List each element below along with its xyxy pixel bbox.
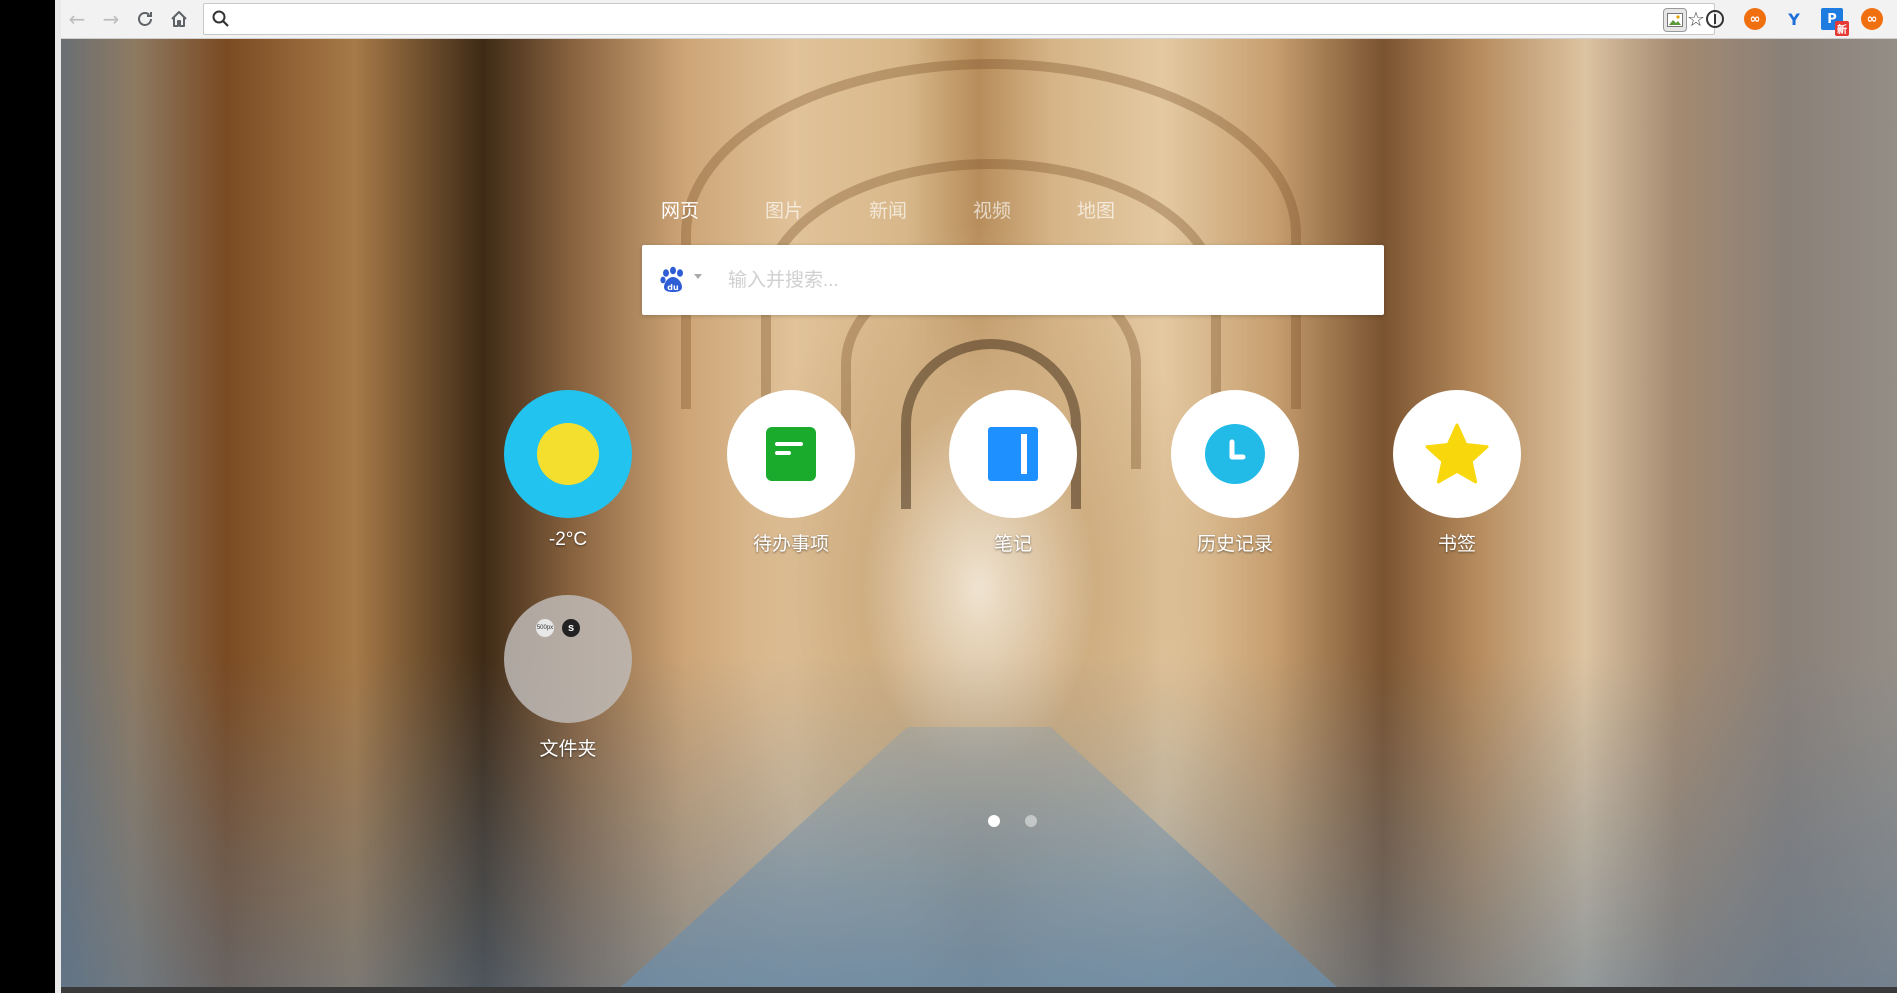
corridor-floor — [621, 727, 1337, 987]
notes-circle[interactable] — [949, 390, 1077, 518]
tab-map[interactable]: 地图 — [1077, 196, 1115, 223]
app-folder[interactable]: 500px s 文件夹 — [498, 595, 638, 775]
weather-sun-icon — [537, 423, 599, 485]
folder-circle[interactable]: 500px s — [504, 595, 632, 723]
browser-toolbar: ← → ☆ ∞ Y P新 ∞ — [61, 0, 1897, 39]
chevron-down-icon[interactable] — [694, 274, 702, 279]
todo-icon — [766, 427, 816, 481]
notes-icon — [988, 427, 1038, 481]
app-s-icon: s — [562, 619, 580, 637]
baidu-icon[interactable]: du — [658, 265, 688, 295]
tab-web[interactable]: 网页 — [661, 196, 699, 223]
search-icon — [212, 10, 229, 27]
p-extension-icon[interactable]: P新 — [1821, 8, 1849, 36]
todo-circle[interactable] — [727, 390, 855, 518]
app-notes[interactable]: 笔记 — [943, 390, 1083, 570]
history-label: 历史记录 — [1196, 534, 1273, 555]
history-clock-icon — [1205, 424, 1265, 484]
svg-text:du: du — [667, 283, 679, 292]
page-dot-1[interactable] — [988, 815, 1000, 827]
tab-news[interactable]: 新闻 — [869, 196, 907, 223]
weather-label: -2°C — [548, 529, 588, 550]
search-input[interactable] — [726, 263, 1360, 299]
bookmark-star-icon — [1425, 423, 1489, 484]
app-history[interactable]: 历史记录 — [1165, 390, 1305, 570]
reload-icon[interactable] — [131, 5, 159, 33]
tab-video[interactable]: 视频 — [973, 196, 1011, 223]
500px-icon: 500px — [536, 619, 554, 637]
page-dot-2[interactable] — [1025, 815, 1037, 827]
app-weather[interactable]: -2°C — [498, 390, 638, 570]
back-arrow-icon[interactable]: ← — [63, 5, 91, 33]
forward-arrow-icon[interactable]: → — [97, 5, 125, 33]
new-badge: 新 — [1835, 21, 1849, 36]
y-extension-icon[interactable]: Y — [1783, 8, 1805, 30]
infinity-extension-icon[interactable]: ∞ — [1744, 8, 1766, 30]
bottom-edge — [61, 987, 1897, 993]
todo-label: 待办事项 — [752, 534, 829, 555]
history-circle[interactable] — [1171, 390, 1299, 518]
notes-label: 笔记 — [993, 534, 1032, 555]
app-todo[interactable]: 待办事项 — [721, 390, 861, 570]
image-extension-icon[interactable] — [1663, 8, 1687, 32]
weather-circle[interactable] — [504, 390, 632, 518]
home-icon[interactable] — [165, 5, 193, 33]
left-window-edge — [0, 0, 61, 993]
app-bookmarks[interactable]: 书签 — [1387, 390, 1527, 570]
address-bar[interactable]: ☆ — [203, 3, 1715, 35]
info-extension-icon[interactable] — [1704, 8, 1726, 30]
search-box: du — [642, 245, 1384, 315]
infinity-extension-icon-2[interactable]: ∞ — [1861, 8, 1883, 30]
folder-label: 文件夹 — [539, 739, 597, 760]
bookmarks-label: 书签 — [1437, 534, 1476, 555]
bookmarks-circle[interactable] — [1393, 390, 1521, 518]
tab-images[interactable]: 图片 — [765, 196, 803, 223]
